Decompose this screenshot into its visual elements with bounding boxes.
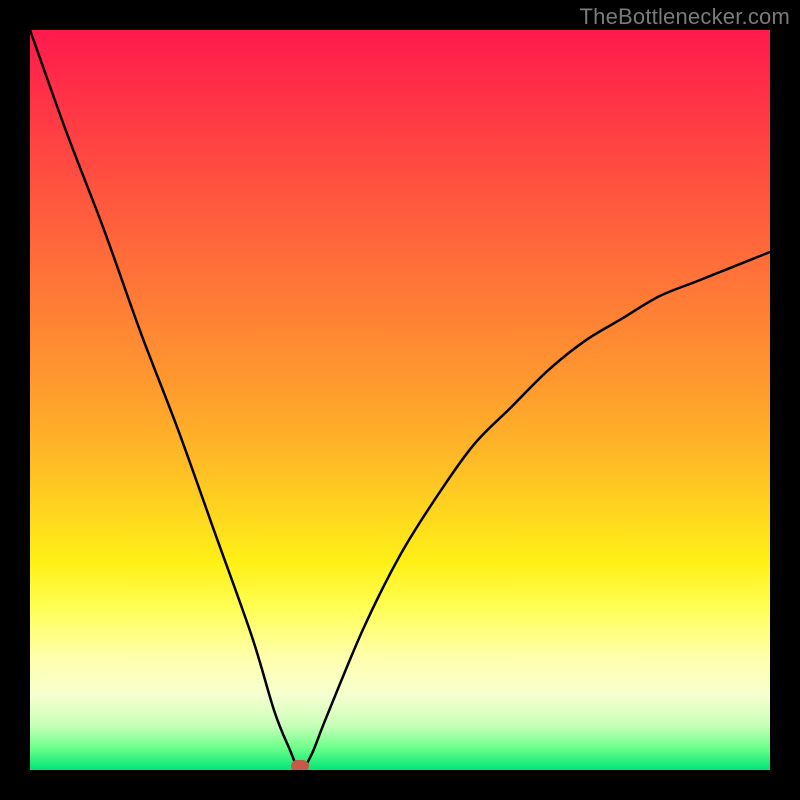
minimum-marker bbox=[291, 760, 309, 770]
plot-area bbox=[30, 30, 770, 770]
curve-path bbox=[30, 30, 770, 770]
chart-frame: TheBottlenecker.com bbox=[0, 0, 800, 800]
watermark-text: TheBottlenecker.com bbox=[580, 4, 790, 30]
bottleneck-curve bbox=[30, 30, 770, 770]
